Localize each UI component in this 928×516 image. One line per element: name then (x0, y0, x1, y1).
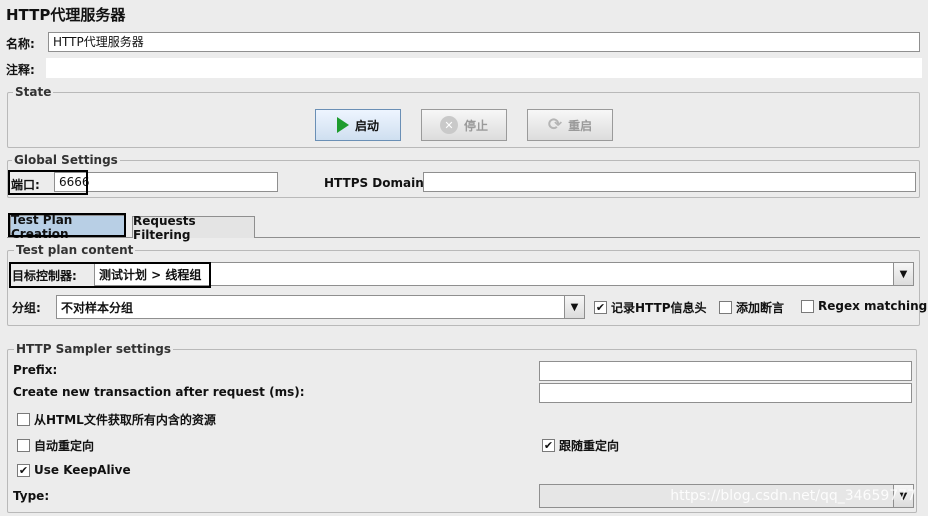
start-button[interactable]: 启动 (315, 109, 401, 141)
fetch-resources-label: 从HTML文件获取所有内含的资源 (34, 413, 216, 427)
window-title: HTTP代理服务器 (6, 6, 126, 24)
keepalive-checkbox[interactable]: ✔ Use KeepAlive (17, 463, 131, 477)
comment-input[interactable] (46, 58, 922, 78)
group-label: 分组: (12, 301, 41, 315)
restart-button[interactable]: ⟳ 重启 (527, 109, 613, 141)
global-settings-legend: Global Settings (12, 153, 120, 167)
stop-label: 停止 (463, 118, 488, 133)
add-assertions-checkbox[interactable]: 添加断言 (719, 299, 784, 316)
record-headers-label: 记录HTTP信息头 (611, 301, 707, 315)
prefix-label: Prefix: (13, 363, 58, 377)
follow-redirect-label: 跟随重定向 (559, 439, 620, 453)
chevron-down-icon[interactable]: ▼ (564, 296, 584, 318)
restart-label: 重启 (568, 118, 593, 133)
transaction-delay-input[interactable] (539, 383, 912, 403)
checkbox-unchecked-icon[interactable] (17, 413, 30, 426)
record-headers-checkbox[interactable]: ✔ 记录HTTP信息头 (594, 299, 707, 316)
sampler-settings-legend: HTTP Sampler settings (14, 342, 173, 356)
port-input[interactable]: 6666 (54, 172, 278, 192)
play-icon (336, 117, 349, 133)
auto-redirect-label: 自动重定向 (34, 439, 95, 453)
https-domains-input[interactable] (423, 172, 916, 192)
name-label: 名称: (6, 37, 35, 51)
group-value: 不对样本分组 (61, 300, 134, 315)
stop-icon: ✕ (439, 116, 458, 134)
checkbox-unchecked-icon[interactable] (801, 299, 814, 313)
fetch-resources-checkbox[interactable]: 从HTML文件获取所有内含的资源 (17, 411, 216, 428)
restart-icon: ⟳ (547, 115, 563, 135)
add-assertions-label: 添加断言 (736, 301, 785, 315)
target-controller-value: 测试计划 > 线程组 (99, 267, 202, 282)
auto-redirect-checkbox[interactable]: 自动重定向 (17, 437, 94, 454)
tab-test-plan-creation[interactable]: Test Plan Creation (10, 213, 126, 241)
checkbox-unchecked-icon[interactable] (17, 439, 30, 452)
target-controller-select[interactable]: 测试计划 > 线程组 ▼ (94, 262, 914, 286)
prefix-input[interactable] (539, 361, 912, 381)
group-select[interactable]: 不对样本分组 ▼ (56, 295, 585, 319)
type-label: Type: (13, 489, 50, 503)
follow-redirect-checkbox[interactable]: ✔ 跟随重定向 (542, 437, 619, 454)
checkbox-checked-icon[interactable]: ✔ (542, 439, 555, 452)
checkbox-checked-icon[interactable]: ✔ (17, 463, 30, 477)
https-domains-label: HTTPS Domains: (324, 176, 436, 190)
keepalive-label: Use KeepAlive (34, 463, 131, 477)
checkbox-checked-icon[interactable]: ✔ (594, 301, 607, 314)
regex-matching-label: Regex matching (818, 299, 928, 313)
transaction-delay-label: Create new transaction after request (ms… (13, 385, 305, 399)
name-input[interactable]: HTTP代理服务器 (48, 32, 920, 52)
start-label: 启动 (354, 118, 379, 133)
regex-matching-checkbox[interactable]: Regex matching (801, 299, 927, 313)
test-plan-content-legend: Test plan content (14, 243, 136, 257)
watermark: https://blog.csdn.net/qq_34659777 (670, 488, 916, 504)
tab-requests-filtering[interactable]: Requests Filtering (132, 214, 255, 242)
stop-button[interactable]: ✕ 停止 (421, 109, 507, 141)
checkbox-unchecked-icon[interactable] (719, 301, 732, 314)
chevron-down-icon[interactable]: ▼ (893, 263, 913, 285)
state-legend: State (13, 85, 54, 99)
port-label: 端口: (11, 178, 40, 192)
target-controller-label: 目标控制器: (12, 269, 77, 283)
comment-label: 注释: (6, 63, 35, 77)
